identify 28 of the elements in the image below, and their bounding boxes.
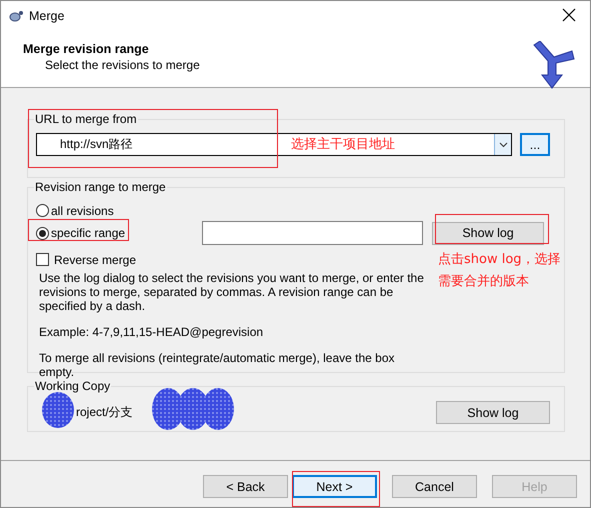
dialog-button[interactable]: < Back xyxy=(203,475,288,498)
group-label: Revision range to merge xyxy=(34,180,167,194)
reverse-merge-checkbox[interactable]: Reverse merge xyxy=(36,249,136,270)
redaction-scribble xyxy=(41,391,75,429)
dialog-button[interactable]: Cancel xyxy=(392,475,477,498)
merge-arrow-icon xyxy=(532,41,576,89)
turtle-icon xyxy=(9,10,23,22)
show-log-button[interactable]: Show log xyxy=(432,222,544,244)
revision-range-field[interactable] xyxy=(202,221,424,245)
show-log-button[interactable]: Show log xyxy=(436,401,550,424)
help-text: Use the log dialog to select the revisions you want to merge, or enter the revisions to merge, separated by commas. A revision range can be specified by a dash. xyxy=(39,271,424,313)
page-subtitle: Select the revisions to merge xyxy=(44,58,200,72)
help-text: Example: 4-7,9,11,15-HEAD@pegrevision xyxy=(39,325,264,339)
dialog-button[interactable]: Next > xyxy=(292,475,377,498)
page-title: Merge revision range xyxy=(23,42,150,56)
annotation-text: 点击show log，选择需要合并的版本 xyxy=(438,251,562,291)
chevron-down-icon xyxy=(498,142,508,148)
group-label: Working Copy xyxy=(34,379,112,393)
annotation-text: 选择主干项目地址 xyxy=(291,136,396,154)
browse-button[interactable]: ... xyxy=(520,133,550,156)
working-copy-path: roject/分支 xyxy=(75,404,133,421)
window-title: Merge xyxy=(29,9,66,23)
dropdown-button[interactable] xyxy=(494,134,511,155)
radio-option[interactable]: all revisions xyxy=(36,200,114,221)
help-text: To merge all revisions (reintegrate/automatic merge), leave the box empty. xyxy=(39,351,396,379)
radio-option[interactable]: specific range xyxy=(36,222,126,244)
close-icon xyxy=(562,8,576,22)
group-label: URL to merge from xyxy=(34,112,138,126)
